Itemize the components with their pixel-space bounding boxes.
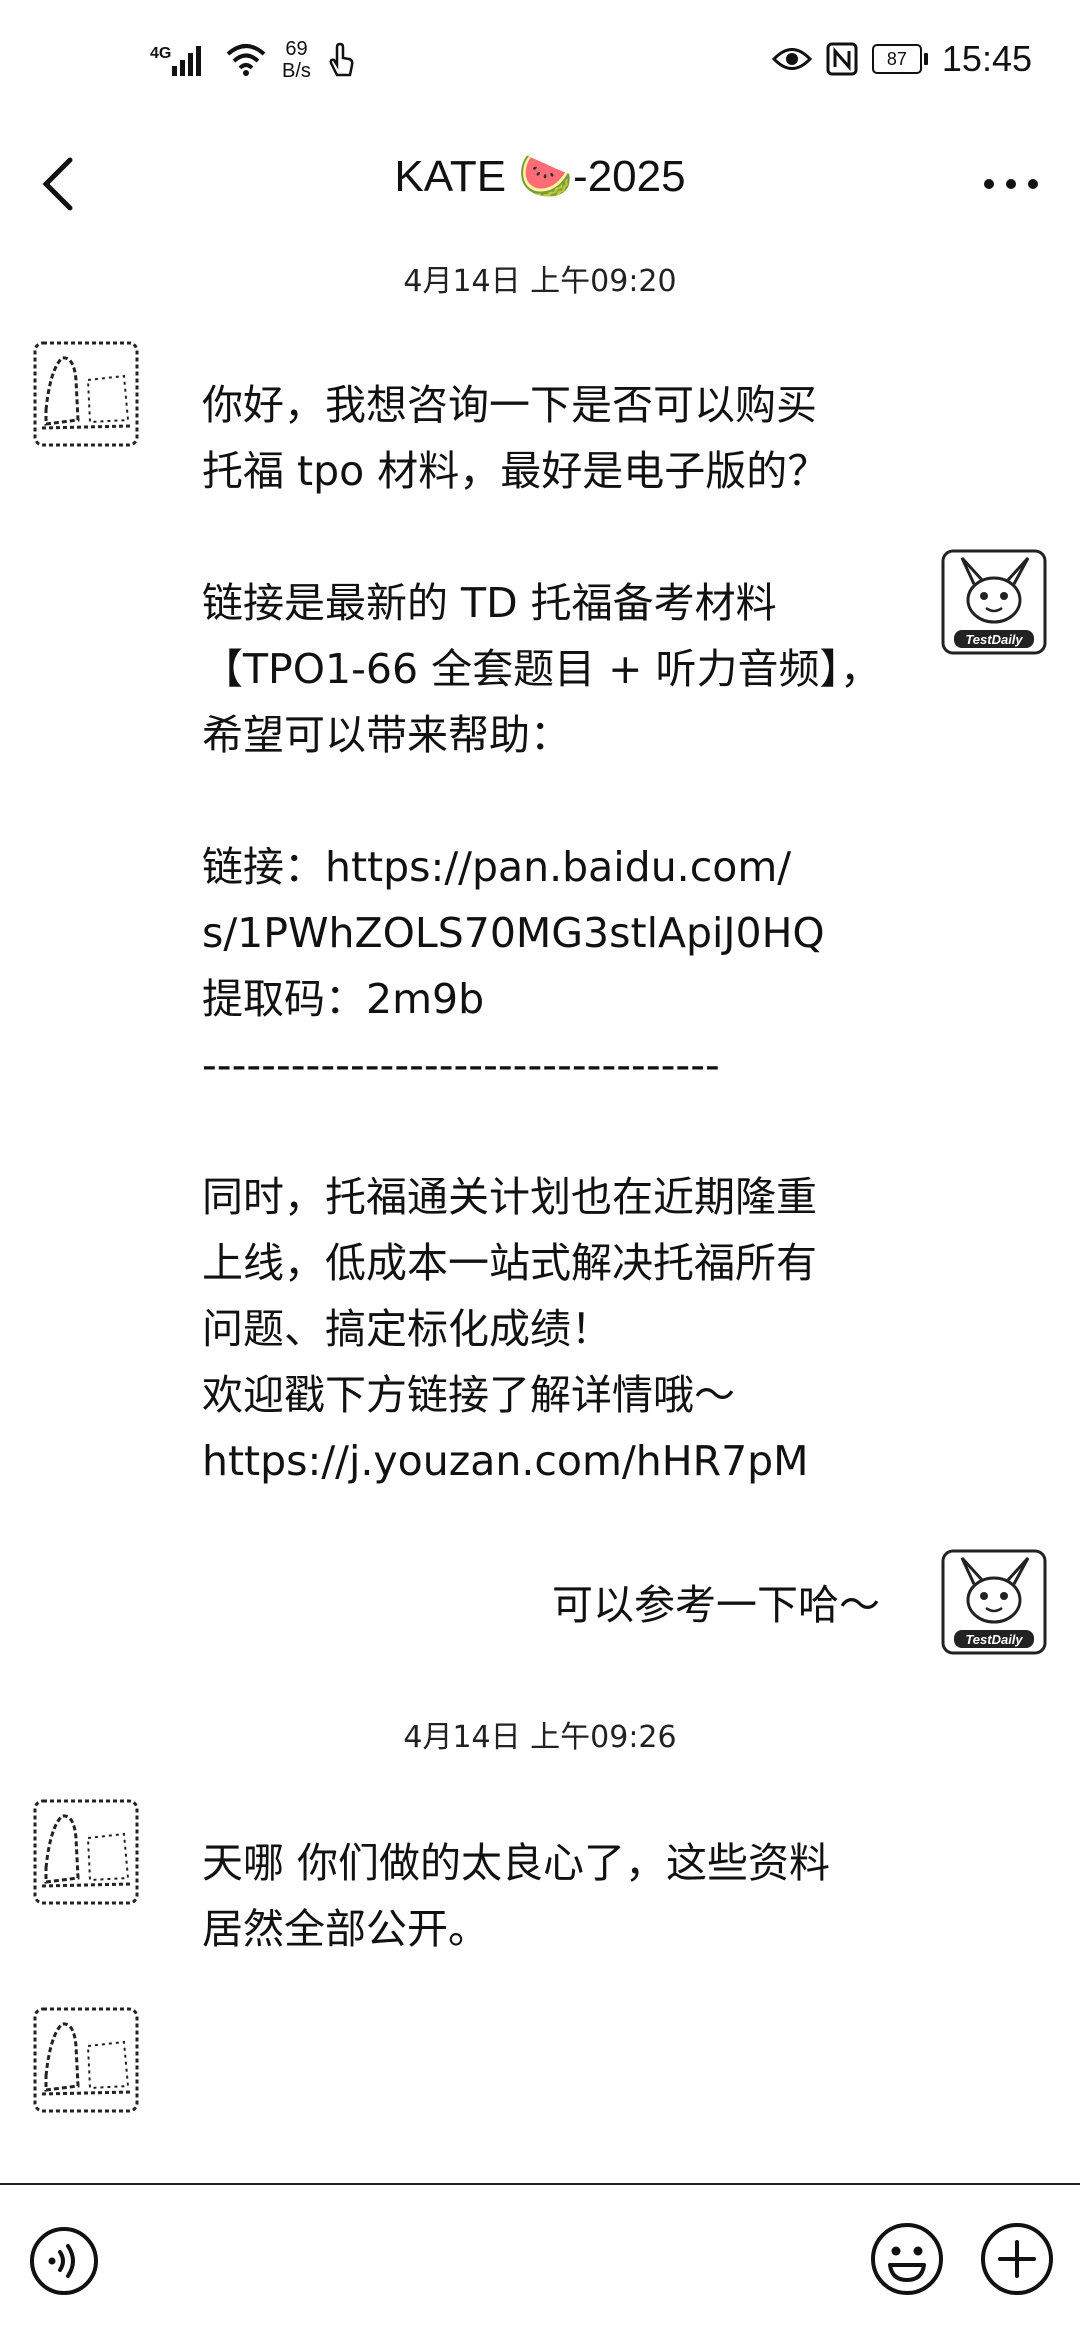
- wifi-icon: [226, 44, 266, 76]
- self-avatar-image: TestDaily: [941, 1549, 1047, 1655]
- status-right: 87 15:45: [771, 38, 1032, 80]
- status-time: 15:45: [941, 38, 1032, 79]
- message-bubble-text: 你好，我想咨询一下是否可以购买 托福 tpo 材料，最好是电子版的？: [202, 381, 829, 495]
- status-bar: 4G 69 B/s 87 15:45: [0, 0, 1080, 130]
- contact-avatar-image: [33, 341, 139, 447]
- voice-icon: [30, 2227, 98, 2295]
- plus-icon: [981, 2223, 1053, 2295]
- status-left: 4G 69 B/s: [150, 38, 357, 82]
- contact-avatar-image: [33, 2007, 139, 2113]
- network-speed: 69 B/s: [282, 38, 311, 82]
- network-speed-value: 69: [285, 38, 308, 60]
- contact-avatar[interactable]: [32, 340, 140, 448]
- contact-avatar-image: [33, 1799, 139, 1905]
- contact-avatar[interactable]: [32, 2006, 140, 2114]
- nfc-icon: [826, 42, 858, 76]
- self-avatar[interactable]: TestDaily: [940, 1548, 1048, 1656]
- voice-input-button[interactable]: [28, 2225, 100, 2297]
- message-timestamp: 4月14日 上午09:26: [403, 1720, 677, 1755]
- message-timestamp: 4月14日 上午09:20: [403, 264, 677, 299]
- chat-title: KATE 🍉-2025: [394, 152, 686, 201]
- self-avatar-label: TestDaily: [965, 632, 1023, 647]
- network-type: 4G: [150, 45, 171, 62]
- battery-indicator: 87: [871, 44, 928, 74]
- contact-avatar[interactable]: [32, 1798, 140, 1906]
- network-speed-unit: B/s: [282, 60, 311, 82]
- battery-level: 87: [871, 44, 922, 74]
- message-bubble-text: 链接是最新的 TD 托福备考材料 【TPO1-66 全套题目 + 听力音频】， …: [202, 579, 882, 1485]
- touch-gesture-icon: [329, 42, 354, 77]
- more-horizontal-icon: [984, 179, 1038, 189]
- message-bubble-text: 天哪 你们做的太良心了，这些资料 居然全部公开。: [202, 1839, 831, 1953]
- more-actions-button[interactable]: [978, 2220, 1056, 2298]
- self-avatar[interactable]: TestDaily: [940, 548, 1048, 656]
- emoji-button[interactable]: [868, 2220, 946, 2298]
- more-options-button[interactable]: [976, 154, 1046, 214]
- battery-tip: [923, 53, 928, 65]
- signal-icon: 4G: [150, 45, 201, 76]
- input-bar-divider: [0, 2183, 1080, 2185]
- eye-icon: [771, 48, 812, 70]
- self-avatar-image: TestDaily: [941, 549, 1047, 655]
- chat-header: KATE 🍉-2025: [0, 130, 1080, 240]
- message-bubble-text: 可以参考一下哈～: [552, 1581, 880, 1629]
- emoji-icon: [871, 2223, 943, 2295]
- self-avatar-label: TestDaily: [965, 1632, 1023, 1647]
